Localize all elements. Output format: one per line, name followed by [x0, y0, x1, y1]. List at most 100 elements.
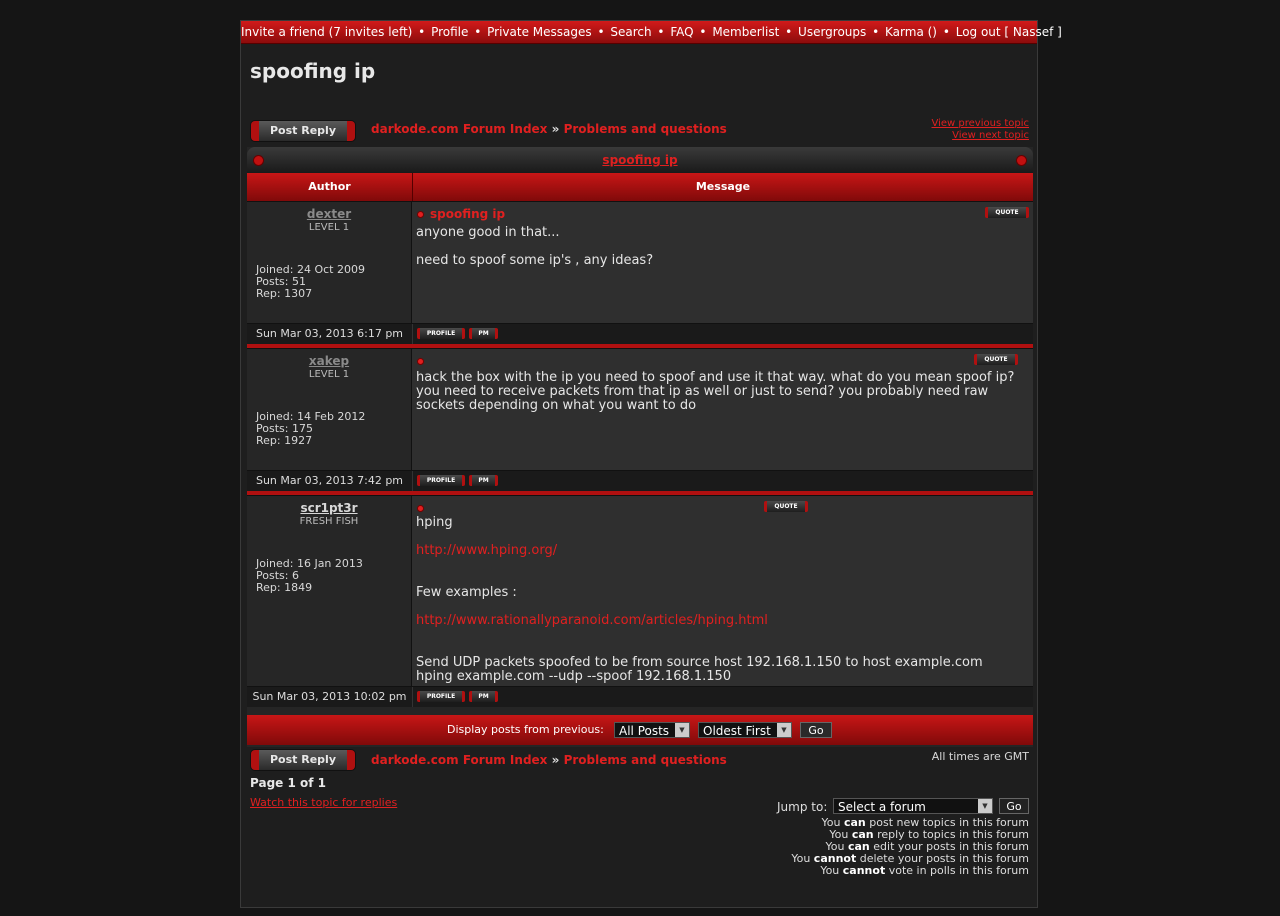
breadcrumb-forum-index-link[interactable]: darkode.com Forum Index: [371, 753, 547, 767]
post-footer: Sun Mar 03, 2013 10:02 pm PROFILE PM: [247, 686, 1033, 707]
chevron-down-icon: ▼: [675, 723, 689, 737]
profile-button[interactable]: PROFILE: [417, 475, 465, 486]
post-link[interactable]: http://www.rationallyparanoid.com/articl…: [416, 613, 768, 628]
post-subject-text: spoofing ip: [430, 207, 506, 221]
post-author-name[interactable]: dexter: [247, 207, 411, 221]
nav-separator: •: [474, 25, 482, 39]
watch-topic-link[interactable]: Watch this topic for replies: [250, 796, 397, 809]
display-go-button[interactable]: Go: [800, 722, 832, 738]
nav-search-link[interactable]: Search: [610, 25, 651, 39]
breadcrumb-forum-index-link[interactable]: darkode.com Forum Index: [371, 122, 547, 136]
permission-line: You cannot vote in polls in this forum: [820, 864, 1029, 877]
post-reply-button[interactable]: Post Reply: [251, 121, 355, 141]
post-author-rank: FRESH FISH: [299, 516, 359, 527]
profile-button[interactable]: PROFILE: [417, 328, 465, 339]
quote-button[interactable]: QUOTE: [985, 207, 1029, 218]
post-text-line: anyone good in that...: [416, 225, 560, 240]
nav-usergroups-link[interactable]: Usergroups: [798, 25, 866, 39]
post-message-panel: spoofing ip QUOTE anyone good in that...…: [412, 202, 1033, 323]
post-subject: [417, 354, 430, 368]
chevron-down-icon: ▼: [777, 723, 791, 737]
post-row: xakep LEVEL 1 Joined: 14 Feb 2012 Posts:…: [247, 348, 1033, 470]
nav-karma-link[interactable]: Karma (): [885, 25, 937, 39]
nav-invite-link[interactable]: Invite a friend (7 invites left): [241, 25, 412, 39]
breadcrumb-separator: »: [551, 753, 560, 767]
jump-go-button[interactable]: Go: [999, 798, 1029, 814]
post-footer-buttons: PROFILE PM: [413, 324, 1033, 344]
nav-separator: •: [942, 25, 950, 39]
post-bullet-icon: [417, 505, 424, 512]
post-range-value: All Posts: [619, 724, 670, 738]
forum-permissions: You can post new topics in this forum Yo…: [791, 817, 1029, 877]
corner-dot-icon: [253, 155, 264, 166]
post-subject: spoofing ip: [417, 207, 505, 221]
post-author-name[interactable]: scr1pt3r: [247, 501, 411, 515]
nav-profile-link[interactable]: Profile: [431, 25, 468, 39]
post-text-line: Send UDP packets spoofed to be from sour…: [416, 655, 983, 670]
breadcrumb-forum-link[interactable]: Problems and questions: [564, 753, 727, 767]
post-message-panel: QUOTE hack the box with the ip you need …: [412, 349, 1033, 470]
posts-table: spoofing ip Author Message dexter LEVEL …: [247, 147, 1033, 747]
post-text-line: hping: [416, 515, 453, 530]
post-author-rank: LEVEL 1: [308, 369, 350, 380]
author-reputation: Rep: 1307: [256, 287, 313, 300]
nav-faq-link[interactable]: FAQ: [670, 25, 693, 39]
breadcrumb-forum-link[interactable]: Problems and questions: [564, 122, 727, 136]
post-author-stats: Joined: 16 Jan 2013 Posts: 6 Rep: 1849: [256, 558, 363, 594]
pm-button[interactable]: PM: [469, 691, 498, 702]
breadcrumb-separator: »: [551, 122, 560, 136]
nav-separator: •: [657, 25, 665, 39]
nav-separator: •: [597, 25, 605, 39]
post-row: dexter LEVEL 1 Joined: 24 Oct 2009 Posts…: [247, 201, 1033, 323]
pm-button[interactable]: PM: [469, 475, 498, 486]
post-body: hack the box with the ip you need to spo…: [416, 371, 1031, 413]
profile-button[interactable]: PROFILE: [417, 691, 465, 702]
post-link[interactable]: http://www.hping.org/: [416, 543, 557, 558]
nav-logout-link[interactable]: Log out [ Nassef ]: [956, 25, 1062, 39]
chevron-down-icon: ▼: [978, 799, 992, 813]
post-author-panel: xakep LEVEL 1 Joined: 14 Feb 2012 Posts:…: [247, 349, 412, 470]
nav-separator: •: [785, 25, 793, 39]
corner-dot-icon: [1016, 155, 1027, 166]
post-author-stats: Joined: 14 Feb 2012 Posts: 175 Rep: 1927: [256, 411, 365, 447]
post-body: anyone good in that... need to spoof som…: [416, 226, 653, 268]
nav-separator: •: [872, 25, 880, 39]
post-message-panel: QUOTE hping http://www.hping.org/ Few ex…: [412, 496, 1033, 686]
post-author-name[interactable]: xakep: [247, 354, 411, 368]
post-date: Sun Mar 03, 2013 7:42 pm: [247, 471, 413, 491]
sort-order-value: Oldest First: [703, 724, 771, 738]
post-author-stats: Joined: 24 Oct 2009 Posts: 51 Rep: 1307: [256, 264, 365, 300]
post-author-panel: dexter LEVEL 1 Joined: 24 Oct 2009 Posts…: [247, 202, 412, 323]
sort-order-select[interactable]: Oldest First ▼: [698, 722, 792, 738]
post-footer-buttons: PROFILE PM: [413, 471, 1033, 491]
nav-private-messages-link[interactable]: Private Messages: [487, 25, 592, 39]
forum-page: Invite a friend (7 invites left) • Profi…: [240, 20, 1062, 908]
post-range-select[interactable]: All Posts ▼: [614, 722, 690, 738]
top-navigation: Invite a friend (7 invites left) • Profi…: [241, 21, 1062, 44]
post-author-rank: LEVEL 1: [308, 222, 350, 233]
next-topic-link[interactable]: View next topic: [931, 130, 1029, 142]
topic-title-link[interactable]: spoofing ip: [602, 153, 677, 167]
nav-separator: •: [699, 25, 707, 39]
quote-button[interactable]: QUOTE: [764, 501, 808, 512]
author-column-header: Author: [247, 173, 413, 201]
table-header-row: Author Message: [247, 173, 1033, 201]
pagination: Page 1 of 1: [250, 776, 326, 790]
jump-to-select[interactable]: Select a forum ▼: [833, 798, 993, 814]
quote-button[interactable]: QUOTE: [974, 354, 1018, 365]
post-bullet-icon: [417, 358, 424, 365]
author-reputation: Rep: 1849: [256, 581, 313, 594]
post-footer: Sun Mar 03, 2013 7:42 pm PROFILE PM: [247, 470, 1033, 495]
post-date: Sun Mar 03, 2013 10:02 pm: [247, 687, 413, 707]
post-author-panel: scr1pt3r FRESH FISH Joined: 16 Jan 2013 …: [247, 496, 412, 686]
previous-topic-link[interactable]: View previous topic: [931, 118, 1029, 130]
post-text-line: Few examples :: [416, 585, 517, 600]
post-reply-button[interactable]: Post Reply: [251, 750, 355, 770]
pm-button[interactable]: PM: [469, 328, 498, 339]
topic-navigation: View previous topic View next topic: [931, 118, 1029, 142]
post-text-line: hack the box with the ip you need to spo…: [416, 370, 1015, 413]
post-text-line: hping example.com --udp --spoof 192.168.…: [416, 669, 732, 684]
post-subject: [417, 501, 430, 515]
post-text-line: need to spoof some ip's , any ideas?: [416, 253, 654, 268]
nav-memberlist-link[interactable]: Memberlist: [712, 25, 779, 39]
